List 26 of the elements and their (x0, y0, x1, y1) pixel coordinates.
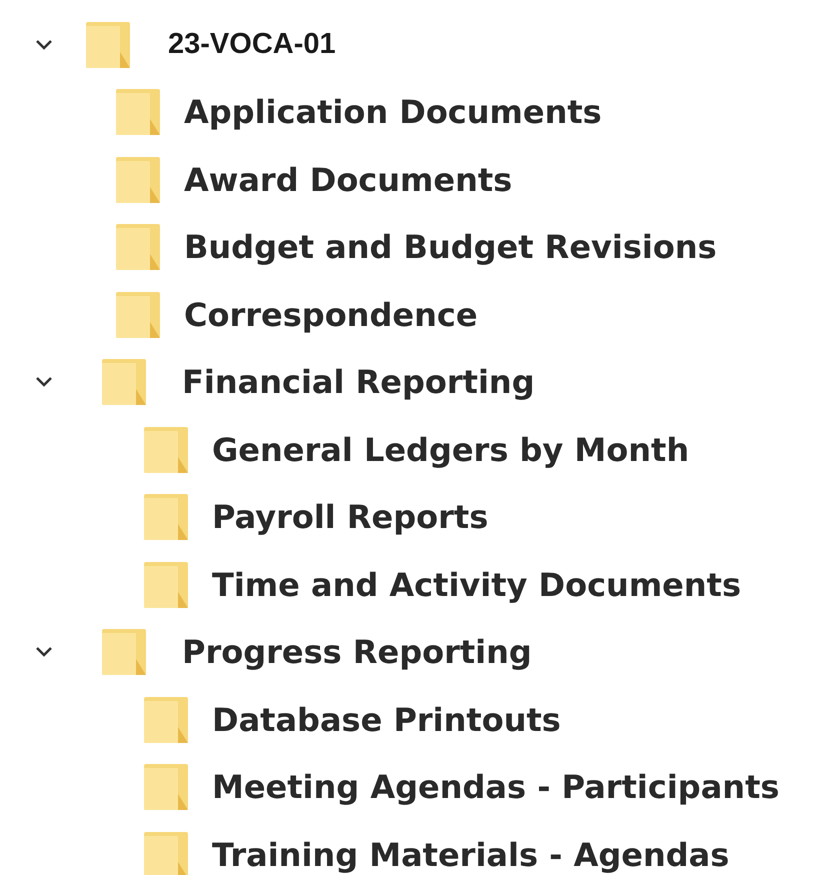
folder-label[interactable]: Payroll Reports (212, 493, 488, 542)
folder-icon (116, 292, 160, 338)
folder-label[interactable]: Award Documents (184, 156, 512, 204)
folder-label[interactable]: Correspondence (184, 290, 478, 339)
folder-label[interactable]: Database Printouts (212, 696, 561, 744)
folder-label[interactable]: Application Documents (184, 88, 602, 136)
folder-label[interactable]: Budget and Budget Revisions (184, 223, 717, 272)
folder-icon (144, 764, 188, 810)
folder-icon (102, 359, 146, 406)
folder-label[interactable]: Meeting Agendas - Participants (212, 763, 780, 812)
folder-icon (144, 494, 188, 540)
folder-icon (144, 562, 188, 608)
folder-icon (102, 629, 146, 676)
folder-label[interactable]: Progress Reporting (182, 628, 532, 676)
folder-label[interactable]: Time and Activity Documents (212, 560, 741, 609)
folder-label[interactable]: Financial Reporting (182, 358, 535, 406)
folder-icon (116, 156, 160, 203)
folder-icon (144, 696, 188, 743)
folder-icon (116, 224, 160, 270)
folder-icon (144, 426, 188, 473)
folder-icon (116, 89, 160, 136)
folder-icon (144, 832, 188, 875)
folder-label[interactable]: General Ledgers by Month (212, 426, 690, 474)
folder-label[interactable]: 23-VOCA-01 (168, 23, 336, 66)
folder-label[interactable]: Training Materials - Agendas (212, 830, 730, 875)
folder-icon (86, 22, 130, 68)
